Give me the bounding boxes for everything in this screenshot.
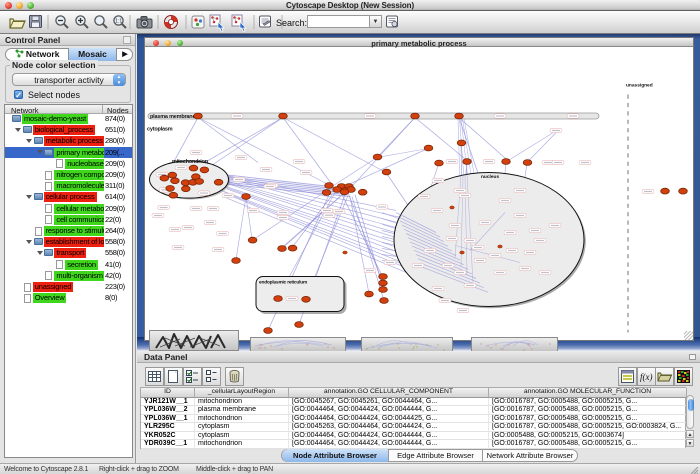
svg-text:nucleus: nucleus [481, 174, 499, 180]
svg-text:f(x): f(x) [640, 372, 653, 382]
svg-text:mitochondrion: mitochondrion [172, 159, 209, 165]
svg-text:plasma membrane: plasma membrane [150, 114, 195, 120]
svg-text:unassigned: unassigned [626, 83, 653, 89]
svg-text:cytoplasm: cytoplasm [147, 127, 173, 133]
svg-text:endoplasmic reticulum: endoplasmic reticulum [259, 280, 307, 286]
svg-text:1:1: 1:1 [115, 19, 122, 25]
